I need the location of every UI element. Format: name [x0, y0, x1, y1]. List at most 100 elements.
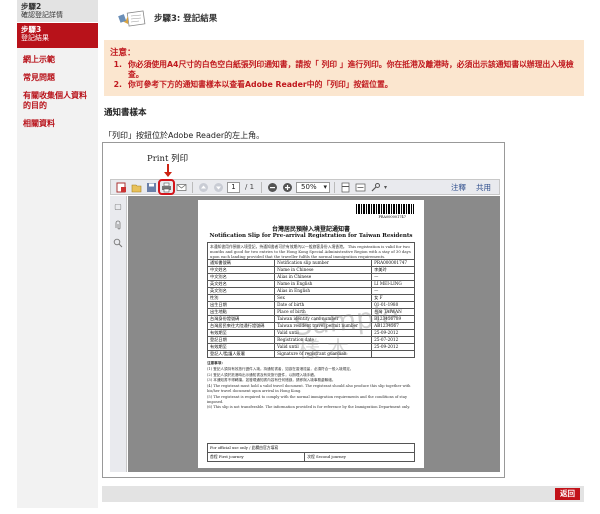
- comment-tool: 注釋: [451, 182, 466, 192]
- page-down-icon: [212, 181, 225, 193]
- page-thumbnails-icon: ▢: [114, 202, 122, 211]
- slip-form-cell-cn: 中文別名: [206, 273, 276, 281]
- barcode-number: PRA000001747: [378, 215, 406, 219]
- slip-form-cell-val: 25-09-2012: [371, 343, 415, 351]
- print-icon: [158, 179, 175, 195]
- notice-title: 注意：: [110, 48, 136, 58]
- watermark-cn: 樣 本: [298, 338, 349, 363]
- barcode: [356, 204, 414, 214]
- step-3-title: 步驟3: [21, 25, 42, 34]
- slip-form-cell-val: LI MEI-LING: [371, 280, 415, 288]
- step-2[interactable]: 步驟2 確認登記詳情: [17, 0, 98, 23]
- fit-width-icon: [354, 181, 367, 193]
- slip-form-cell-en: Name in Chinese: [274, 266, 373, 274]
- chevron-down-icon: ▾: [323, 182, 328, 191]
- note-item: (1) 登記人須持有效旅行證件入境。持通知書者，如欲在香港逗留，必須符合一般入境…: [207, 366, 354, 371]
- sidebar-links: 網上示範 常見問題 有關收集個人資料的目的 相關資料: [17, 48, 98, 508]
- slip-form-cell-val: —: [371, 287, 415, 295]
- slip-form-cell-en: Name in English: [274, 280, 373, 288]
- footer-bar: 返回: [102, 486, 584, 502]
- note-item: (2) 登記人須於抵港時出示通知書及有效旅行證件，以辦理入境手續。: [207, 372, 318, 377]
- note-item: (6) This slip is not transferable. The i…: [207, 405, 411, 410]
- notification-slip: PRA000001747 台灣居民預辦入境登記通知書 Notification …: [198, 200, 424, 468]
- note-item: (3) 本通知書不得轉讓。如發現通知書內容有任何錯誤，請即與入境事務處聯絡。: [207, 378, 336, 383]
- slip-form-row: 英文姓名 Name in English LI MEI-LING: [206, 280, 415, 288]
- share-tool: 共用: [476, 182, 491, 192]
- toolbar-divider: [334, 181, 336, 193]
- sidebar: 步驟2 確認登記詳情 步驟3 登記結果 網上示範 常見問題 有關收集個人資料的目…: [17, 0, 98, 508]
- step-3-subtitle: 登記結果: [21, 34, 49, 42]
- slip-notes: 注意事項： (1) 登記人須持有效旅行證件入境。持通知書者，如欲在香港逗留，必須…: [207, 361, 415, 439]
- toolbar-right: 注釋 共用: [451, 182, 499, 193]
- attachment-icon: [113, 220, 123, 230]
- slip-form-cell-cn: 台灣身份證號碼: [206, 315, 276, 323]
- print-arrow-icon: [164, 164, 172, 177]
- slip-form-row: 英文別名 Alias in English —: [206, 287, 415, 295]
- sidebar-link-privacy[interactable]: 有關收集個人資料的目的: [17, 88, 98, 116]
- slip-form-cell-val: PRA000001747: [371, 259, 415, 267]
- slip-form-cell-en: Notification slip number: [274, 259, 373, 267]
- sidebar-link-demo[interactable]: 網上示範: [17, 52, 98, 70]
- sidebar-link-faq[interactable]: 常見問題: [17, 70, 98, 88]
- notice-item: 1. 你必須使用A4尺寸的白色空白紙張列印通知書，請按「 列印 」進行列印。你在…: [110, 60, 574, 80]
- slip-form-cell-cn: 有效期至: [206, 343, 276, 351]
- tools-icon: [369, 181, 382, 193]
- slip-form-cell-cn: 通知書號碼: [206, 259, 276, 267]
- page-up-icon: [197, 181, 210, 193]
- notice-box: 注意： 1. 你必須使用A4尺寸的白色空白紙張列印通知書，請按「 列印 」進行列…: [104, 40, 584, 96]
- slip-form-row: 中文姓名 Name in Chinese 李美玲: [206, 266, 415, 274]
- reader-toolbar: 1 / 1 50% ▾ ▾ 注釋 共用: [110, 179, 500, 195]
- page-header: 步驟3: 登記結果: [104, 0, 584, 36]
- step-logo-icon: [118, 7, 148, 29]
- notice-item-number: 2.: [113, 80, 122, 89]
- main-content: 步驟3: 登記結果 注意： 1. 你必須使用A4尺寸的白色空白紙張列印通知書，請…: [104, 0, 584, 141]
- reader-side-panel: ▢: [110, 196, 127, 472]
- slip-form-cell-cn: 英文別名: [206, 287, 276, 295]
- slip-intro: 本通知書用作預辦入境登記，持通知書者可於有效期內以一般旅客身份入境香港。 Thi…: [207, 242, 415, 259]
- official-use-label: For official use only / 此欄由官方填寫: [207, 443, 415, 453]
- slip-form-cell-val: 25-07-2012: [371, 336, 415, 344]
- first-journey-label: 首程 First journey: [206, 452, 306, 462]
- print-caption: Print 列印: [147, 154, 189, 164]
- toolbar-divider: [261, 181, 263, 193]
- signature-label-cn: 登記人/監護人簽署: [206, 350, 276, 358]
- notice-item-number: 1.: [113, 60, 122, 69]
- fit-page-icon: [339, 181, 352, 193]
- zoom-in-icon: [281, 181, 294, 193]
- slip-form-cell-cn: 英文姓名: [206, 280, 276, 288]
- notice-item-text: 你必須使用A4尺寸的白色空白紙張列印通知書，請按「 列印 」進行列印。你在抵港及…: [128, 60, 574, 79]
- slip-title-en: Notification Slip for Pre-arrival Regist…: [209, 233, 413, 239]
- signature-value: [371, 350, 415, 358]
- open-folder-icon: [130, 181, 143, 193]
- sample-heading: 通知書樣本: [104, 108, 147, 118]
- sidebar-link-related[interactable]: 相關資料: [17, 116, 98, 134]
- slip-form-row: 中文別名 Alias in Chinese —: [206, 273, 415, 281]
- slip-form-cell-en: Alias in English: [274, 287, 373, 295]
- page-total: / 1: [245, 183, 255, 191]
- slip-form-cell-en: Sex: [274, 294, 373, 302]
- document-area: PRA000001747 台灣居民預辦入境登記通知書 Notification …: [128, 196, 500, 472]
- slip-form-cell-cn: 登記日期: [206, 336, 276, 344]
- sample-screenshot: Print 列印 1 / 1 50% ▾ ▾ 注釋 共用 ▢ PRA000001…: [102, 142, 505, 478]
- save-icon: [145, 181, 158, 193]
- zoom-select: 50% ▾: [296, 181, 331, 193]
- back-button[interactable]: 返回: [555, 488, 580, 500]
- email-icon: [175, 181, 188, 193]
- create-pdf-icon: [115, 181, 128, 193]
- zoom-value: 50%: [301, 182, 317, 191]
- official-use-table: For official use only / 此欄由官方填寫 首程 First…: [206, 443, 415, 462]
- notice-item: 2. 你可參考下方的通知書樣本以查看Adobe Reader中的「列印」按鈕位置…: [110, 80, 574, 90]
- slip-form-row: 通知書號碼 Notification slip number PRA00000174…: [206, 259, 415, 267]
- slip-form-cell-cn: 台灣居民來往大陸通行證號碼: [206, 322, 276, 330]
- page-number-input: 1: [227, 181, 240, 193]
- toolbar-divider: [192, 181, 193, 193]
- second-journey-label: 次程 Second journey: [304, 452, 415, 462]
- page-title: 步驟3: 登記結果: [154, 14, 218, 24]
- step-2-title: 步驟2: [21, 2, 42, 11]
- slip-form-cell-en: Alias in Chinese: [274, 273, 373, 281]
- slip-form-cell-cn: 中文姓名: [206, 266, 276, 274]
- note-item: (4) The registrant must hold a valid tra…: [207, 384, 411, 393]
- step-3: 步驟3 登記結果: [17, 23, 98, 48]
- sample-description: 「列印」按鈕位於Adobe Reader的左上角。: [104, 131, 265, 140]
- slip-form-cell-cn: 性別: [206, 294, 276, 302]
